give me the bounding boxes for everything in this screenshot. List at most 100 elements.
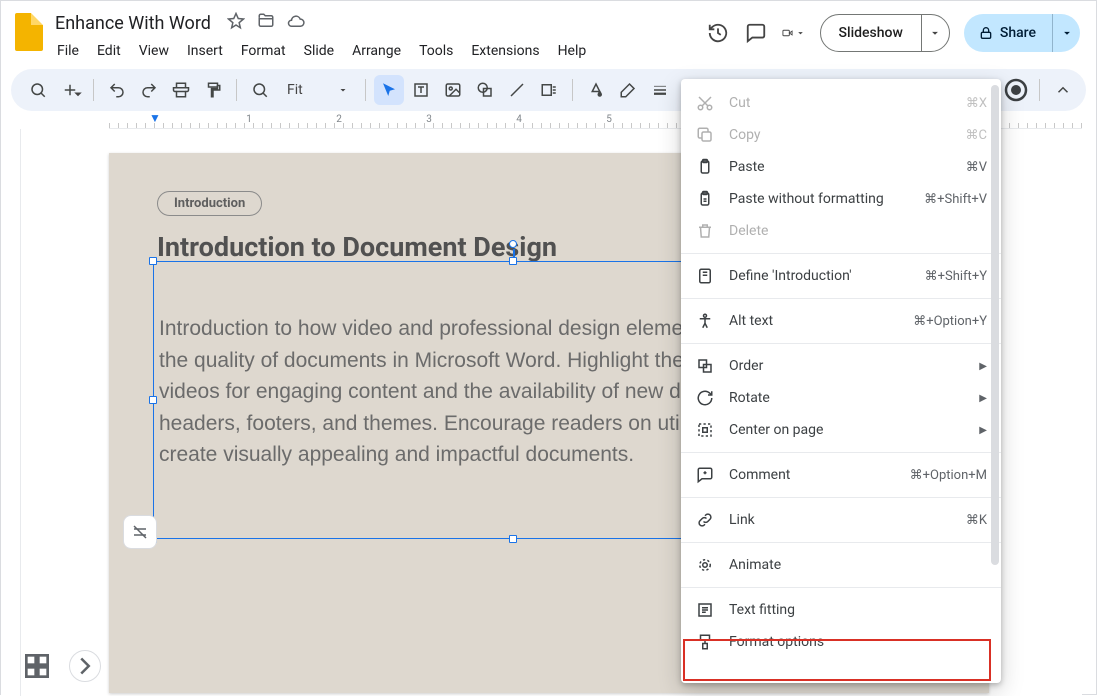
rotate-icon — [695, 388, 715, 408]
ctx-animate[interactable]: Animate — [681, 549, 1001, 581]
ctx-rotate[interactable]: Rotate ▶ — [681, 382, 1001, 414]
app-logo[interactable] — [9, 9, 49, 57]
paste-plain-icon — [695, 189, 715, 209]
define-icon — [695, 266, 715, 286]
paste-icon — [695, 157, 715, 177]
ctx-alt-text[interactable]: Alt text ⌘+Option+Y — [681, 305, 1001, 337]
undo-button[interactable] — [102, 75, 132, 105]
ctx-separator — [681, 298, 1001, 299]
ctx-link[interactable]: Link ⌘K — [681, 504, 1001, 536]
bottom-controls — [21, 650, 101, 682]
image-tool[interactable] — [438, 75, 468, 105]
new-slide-button[interactable] — [55, 75, 85, 105]
menu-tools[interactable]: Tools — [411, 39, 461, 63]
ruler-tick: 1 — [246, 114, 252, 125]
ctx-separator — [681, 452, 1001, 453]
ctx-text-fitting[interactable]: Text fitting — [681, 594, 1001, 626]
border-color-button[interactable] — [613, 75, 643, 105]
rec-icon[interactable] — [1001, 75, 1031, 105]
zoom-tool-button[interactable] — [245, 75, 275, 105]
ruler-tick: 3 — [426, 114, 432, 125]
autofit-pill[interactable] — [123, 515, 157, 549]
history-icon[interactable] — [706, 21, 730, 45]
ctx-comment[interactable]: Comment ⌘+Option+M — [681, 459, 1001, 491]
ctx-separator — [681, 587, 1001, 588]
menu-view[interactable]: View — [131, 39, 177, 63]
ctx-paste[interactable]: Paste ⌘V — [681, 151, 1001, 183]
grid-view-button[interactable] — [21, 650, 53, 682]
slides-icon — [15, 13, 43, 51]
slide-title[interactable]: Introduction to Document Design — [157, 231, 557, 263]
submenu-arrow-icon: ▶ — [979, 425, 987, 436]
print-button[interactable] — [166, 75, 196, 105]
slideshow-dropdown[interactable] — [921, 15, 949, 51]
ctx-scrollbar[interactable] — [991, 85, 999, 677]
slideshow-button[interactable]: Slideshow — [820, 14, 950, 52]
cut-icon — [695, 93, 715, 113]
ctx-delete[interactable]: Delete — [681, 215, 1001, 247]
resize-handle-tm[interactable] — [509, 257, 517, 265]
ctx-define[interactable]: Define 'Introduction' ⌘+Shift+Y — [681, 260, 1001, 292]
trash-icon — [695, 221, 715, 241]
ctx-order[interactable]: Order ▶ — [681, 350, 1001, 382]
slide-badge[interactable]: Introduction — [157, 191, 262, 216]
text-fitting-icon — [695, 600, 715, 620]
ctx-center[interactable]: Center on page ▶ — [681, 414, 1001, 446]
resize-handle-tl[interactable] — [149, 257, 157, 265]
resize-handle-ml[interactable] — [149, 396, 157, 404]
menu-help[interactable]: Help — [550, 39, 595, 63]
ctx-separator — [681, 343, 1001, 344]
shape-tool[interactable] — [470, 75, 500, 105]
explore-button[interactable] — [69, 650, 101, 682]
border-weight-button[interactable] — [645, 75, 675, 105]
menu-edit[interactable]: Edit — [89, 39, 129, 63]
format-options-icon — [695, 632, 715, 652]
ctx-separator — [681, 253, 1001, 254]
order-icon — [695, 356, 715, 376]
menu-slide[interactable]: Slide — [296, 39, 342, 63]
search-menus-button[interactable] — [23, 75, 53, 105]
ctx-copy[interactable]: Copy ⌘C — [681, 119, 1001, 151]
ruler-tick: 4 — [516, 114, 522, 125]
ctx-paste-nofmt[interactable]: Paste without formatting ⌘+Shift+V — [681, 183, 1001, 215]
ruler-tick: 2 — [336, 114, 342, 125]
menu-arrange[interactable]: Arrange — [344, 39, 409, 63]
submenu-arrow-icon: ▶ — [979, 393, 987, 404]
rotate-handle[interactable] — [509, 240, 517, 248]
header-actions: Slideshow Share — [706, 9, 1088, 57]
lock-icon — [978, 25, 994, 41]
autofit-icon — [131, 523, 149, 541]
menu-format[interactable]: Format — [233, 39, 294, 63]
move-icon[interactable] — [257, 12, 275, 34]
ctx-separator — [681, 497, 1001, 498]
indent-marker-icon[interactable]: ▼ — [149, 111, 161, 125]
menubar: File Edit View Insert Format Slide Arran… — [49, 37, 706, 65]
menu-extensions[interactable]: Extensions — [463, 39, 547, 63]
line-tool[interactable] — [502, 75, 532, 105]
ctx-cut[interactable]: Cut ⌘X — [681, 87, 1001, 119]
share-label: Share — [1000, 25, 1036, 41]
document-title[interactable]: Enhance With Word — [49, 11, 217, 36]
fill-color-button[interactable] — [581, 75, 611, 105]
slideshow-label: Slideshow — [821, 25, 921, 41]
ctx-separator — [681, 542, 1001, 543]
select-tool[interactable] — [374, 75, 404, 105]
menu-file[interactable]: File — [49, 39, 87, 63]
share-dropdown[interactable] — [1052, 14, 1080, 52]
meet-button[interactable] — [782, 21, 806, 45]
resize-handle-bm[interactable] — [509, 535, 517, 543]
transition-tool[interactable] — [534, 75, 564, 105]
comment-icon — [695, 465, 715, 485]
paint-format-button[interactable] — [198, 75, 228, 105]
zoom-dropdown[interactable]: Fit — [277, 76, 357, 104]
redo-button[interactable] — [134, 75, 164, 105]
chevron-down-icon — [337, 84, 349, 96]
ctx-format-options[interactable]: Format options — [681, 626, 1001, 658]
cloud-status-icon[interactable] — [287, 12, 305, 34]
collapse-toolbar-button[interactable] — [1048, 75, 1078, 105]
comments-icon[interactable] — [744, 21, 768, 45]
textbox-tool[interactable] — [406, 75, 436, 105]
menu-insert[interactable]: Insert — [179, 39, 231, 63]
star-icon[interactable] — [227, 12, 245, 34]
share-button[interactable]: Share — [964, 14, 1080, 52]
